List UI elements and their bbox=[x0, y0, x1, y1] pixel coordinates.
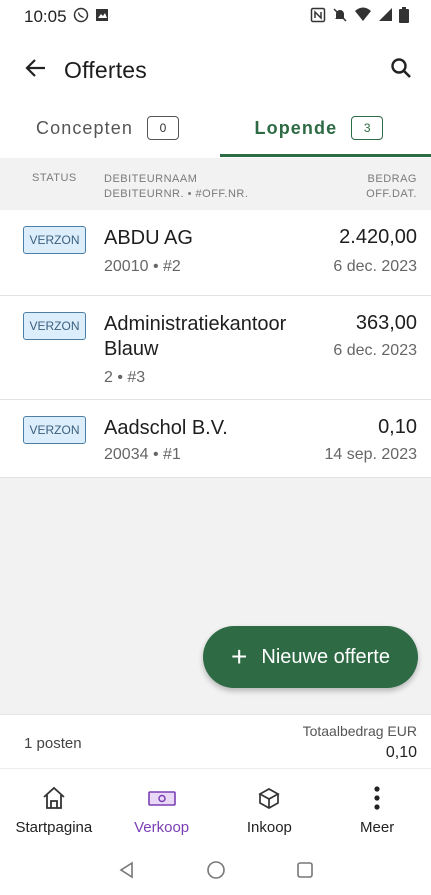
status-badge: VERZON bbox=[23, 416, 86, 444]
system-navigation-bar bbox=[0, 850, 431, 895]
debtor-number: 2 • #3 bbox=[104, 369, 146, 386]
nav-item-inkoop[interactable]: Inkoop bbox=[216, 769, 324, 850]
cash-icon bbox=[147, 783, 177, 813]
quote-list: VERZON ABDU AG 20010 • #2 2.420,00 6 dec… bbox=[0, 210, 431, 478]
debtor-number: 20010 • #2 bbox=[104, 258, 181, 275]
system-home-button[interactable] bbox=[206, 860, 226, 885]
tab-lopende[interactable]: Lopende 3 bbox=[213, 106, 431, 158]
plus-icon: + bbox=[231, 641, 248, 672]
quote-date: 14 sep. 2023 bbox=[324, 446, 417, 463]
tab-count-badge: 0 bbox=[146, 116, 179, 140]
nav-item-meer[interactable]: Meer bbox=[323, 769, 431, 850]
debtor-name: Aadschol B.V. bbox=[104, 417, 228, 439]
tab-concepten[interactable]: Concepten 0 bbox=[0, 106, 213, 158]
list-item[interactable]: VERZON ABDU AG 20010 • #2 2.420,00 6 dec… bbox=[0, 210, 431, 296]
quote-date: 6 dec. 2023 bbox=[333, 342, 417, 359]
bottom-navigation: Startpagina Verkoop Inkoop Meer bbox=[0, 768, 431, 850]
battery-icon bbox=[399, 6, 409, 28]
quote-amount: 0,10 bbox=[378, 416, 417, 438]
status-bar: 10:05 bbox=[0, 0, 431, 34]
page-title: Offertes bbox=[64, 56, 147, 83]
debtor-name: ABDU AG bbox=[104, 227, 193, 249]
tab-label: Concepten bbox=[36, 117, 133, 138]
home-icon bbox=[39, 783, 69, 813]
more-vertical-icon bbox=[362, 783, 392, 813]
nav-label: Inkoop bbox=[246, 819, 292, 836]
column-header-status: STATUS bbox=[32, 172, 77, 184]
new-quote-button[interactable]: + Nieuwe offerte bbox=[203, 626, 418, 688]
status-badge: VERZON bbox=[23, 226, 86, 254]
active-tab-indicator bbox=[220, 154, 431, 157]
column-header-debtor-number: DEBITEURNR. • #OFF.NR. bbox=[104, 188, 249, 200]
nav-label: Meer bbox=[360, 819, 395, 836]
back-button[interactable] bbox=[8, 48, 64, 92]
whatsapp-icon bbox=[73, 7, 89, 28]
nav-item-startpagina[interactable]: Startpagina bbox=[0, 769, 108, 850]
tab-bar: Concepten 0 Lopende 3 bbox=[0, 106, 431, 158]
status-badge: VERZON bbox=[23, 312, 86, 340]
column-header-date-label: OFF.DAT. bbox=[366, 188, 417, 200]
wifi-icon bbox=[354, 7, 372, 27]
debtor-number: 20034 • #1 bbox=[104, 446, 181, 463]
system-back-button[interactable] bbox=[118, 861, 136, 884]
image-icon bbox=[95, 7, 109, 27]
mute-icon bbox=[332, 7, 348, 28]
quote-amount: 363,00 bbox=[355, 312, 417, 334]
quote-date: 6 dec. 2023 bbox=[333, 258, 417, 275]
box-icon bbox=[254, 783, 284, 813]
debtor-name: Administratiekantoor Blauw bbox=[104, 313, 287, 360]
signal-icon bbox=[378, 7, 393, 27]
search-icon bbox=[390, 57, 412, 84]
list-header: STATUS DEBITEURNAAM DEBITEURNR. • #OFF.N… bbox=[0, 158, 431, 210]
tab-label: Lopende bbox=[254, 117, 338, 138]
totals-bar: 1 posten Totaalbedrag EUR 0,10 bbox=[0, 714, 431, 768]
search-button[interactable] bbox=[385, 54, 417, 86]
list-item[interactable]: VERZON Aadschol B.V. 20034 • #1 0,10 14 … bbox=[0, 400, 431, 478]
total-value: 0,10 bbox=[385, 744, 417, 761]
app-bar: Offertes bbox=[0, 48, 431, 92]
item-count: 1 posten bbox=[24, 735, 82, 752]
nav-item-verkoop[interactable]: Verkoop bbox=[108, 769, 216, 850]
system-recents-button[interactable] bbox=[296, 861, 314, 884]
nav-label: Verkoop bbox=[134, 819, 190, 836]
nav-label: Startpagina bbox=[15, 819, 93, 836]
total-label: Totaalbedrag EUR bbox=[302, 723, 417, 739]
status-time: 10:05 bbox=[24, 7, 67, 26]
list-item[interactable]: VERZON Administratiekantoor Blauw 2 • #3… bbox=[0, 296, 431, 400]
column-header-amount: BEDRAG OFF.DAT. bbox=[366, 172, 417, 202]
arrow-left-icon bbox=[25, 57, 47, 84]
nfc-icon bbox=[310, 7, 326, 28]
new-quote-label: Nieuwe offerte bbox=[261, 645, 390, 668]
column-header-debtor: DEBITEURNAAM DEBITEURNR. • #OFF.NR. bbox=[104, 172, 248, 202]
quote-amount: 2.420,00 bbox=[339, 226, 417, 248]
column-header-debtor-name: DEBITEURNAAM bbox=[104, 173, 198, 185]
column-header-amount-label: BEDRAG bbox=[367, 173, 417, 185]
tab-count-badge: 3 bbox=[351, 116, 384, 140]
